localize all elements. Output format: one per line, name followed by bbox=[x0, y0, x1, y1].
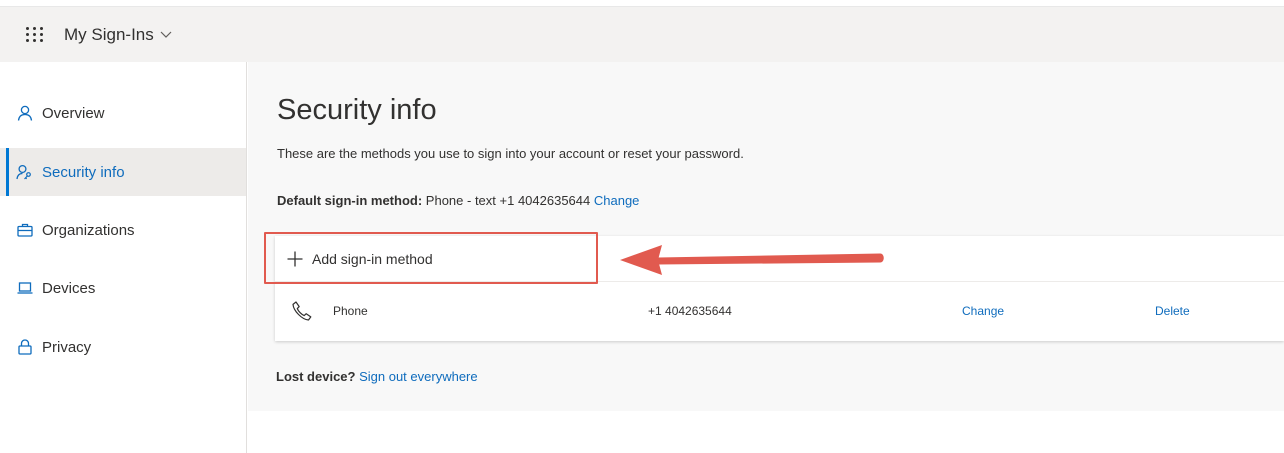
default-method-label: Default sign-in method: bbox=[277, 193, 423, 208]
lost-device-section: Lost device? Sign out everywhere bbox=[276, 369, 478, 384]
default-method-value: Phone - text +1 4042635644 bbox=[425, 193, 591, 208]
top-header: My Sign-Ins bbox=[0, 6, 1284, 62]
lost-device-label: Lost device? bbox=[276, 369, 356, 384]
sidebar-item-label: Security info bbox=[42, 163, 125, 181]
person-key-icon bbox=[16, 163, 34, 181]
sidebar-item-overview[interactable]: Overview bbox=[0, 89, 246, 137]
lock-icon bbox=[16, 338, 34, 356]
phone-icon bbox=[291, 282, 313, 340]
sidebar-item-label: Devices bbox=[42, 279, 96, 297]
page-subtitle: These are the methods you use to sign in… bbox=[277, 146, 744, 161]
delete-method-link[interactable]: Delete bbox=[1155, 282, 1190, 340]
person-icon bbox=[16, 104, 34, 122]
app-launcher-waffle-icon[interactable] bbox=[26, 25, 46, 45]
method-value: +1 4042635644 bbox=[648, 304, 732, 318]
method-type: Phone bbox=[333, 304, 368, 318]
main-content: Security info These are the methods you … bbox=[248, 62, 1284, 411]
laptop-icon bbox=[16, 279, 34, 297]
sidebar-item-organizations[interactable]: Organizations bbox=[0, 206, 246, 254]
chevron-down-icon bbox=[160, 31, 172, 38]
app-title-dropdown[interactable]: My Sign-Ins bbox=[64, 25, 172, 45]
annotation-arrow-icon bbox=[620, 245, 884, 275]
plus-icon bbox=[287, 251, 303, 267]
add-sign-in-method-button[interactable]: Add sign-in method bbox=[275, 236, 433, 282]
app-title: My Sign-Ins bbox=[64, 24, 154, 44]
method-row: Phone +1 4042635644 Change Delete bbox=[275, 282, 1284, 340]
sidebar-item-label: Privacy bbox=[42, 338, 92, 356]
sidebar-item-devices[interactable]: Devices bbox=[0, 264, 246, 312]
sidebar-item-label: Overview bbox=[42, 104, 105, 122]
sidebar-nav: Overview Security info Organizations Dev… bbox=[0, 62, 247, 453]
sidebar-item-privacy[interactable]: Privacy bbox=[0, 323, 246, 371]
sidebar-item-label: Organizations bbox=[42, 221, 135, 239]
add-method-label: Add sign-in method bbox=[312, 251, 433, 267]
page-title: Security info bbox=[277, 94, 437, 126]
default-sign-in-method: Default sign-in method: Phone - text +1 … bbox=[277, 193, 639, 208]
change-default-method-link[interactable]: Change bbox=[594, 193, 640, 208]
sign-out-everywhere-link[interactable]: Sign out everywhere bbox=[359, 369, 478, 384]
sidebar-item-security-info[interactable]: Security info bbox=[0, 148, 246, 196]
change-method-link[interactable]: Change bbox=[962, 282, 1004, 340]
briefcase-icon bbox=[16, 221, 34, 239]
